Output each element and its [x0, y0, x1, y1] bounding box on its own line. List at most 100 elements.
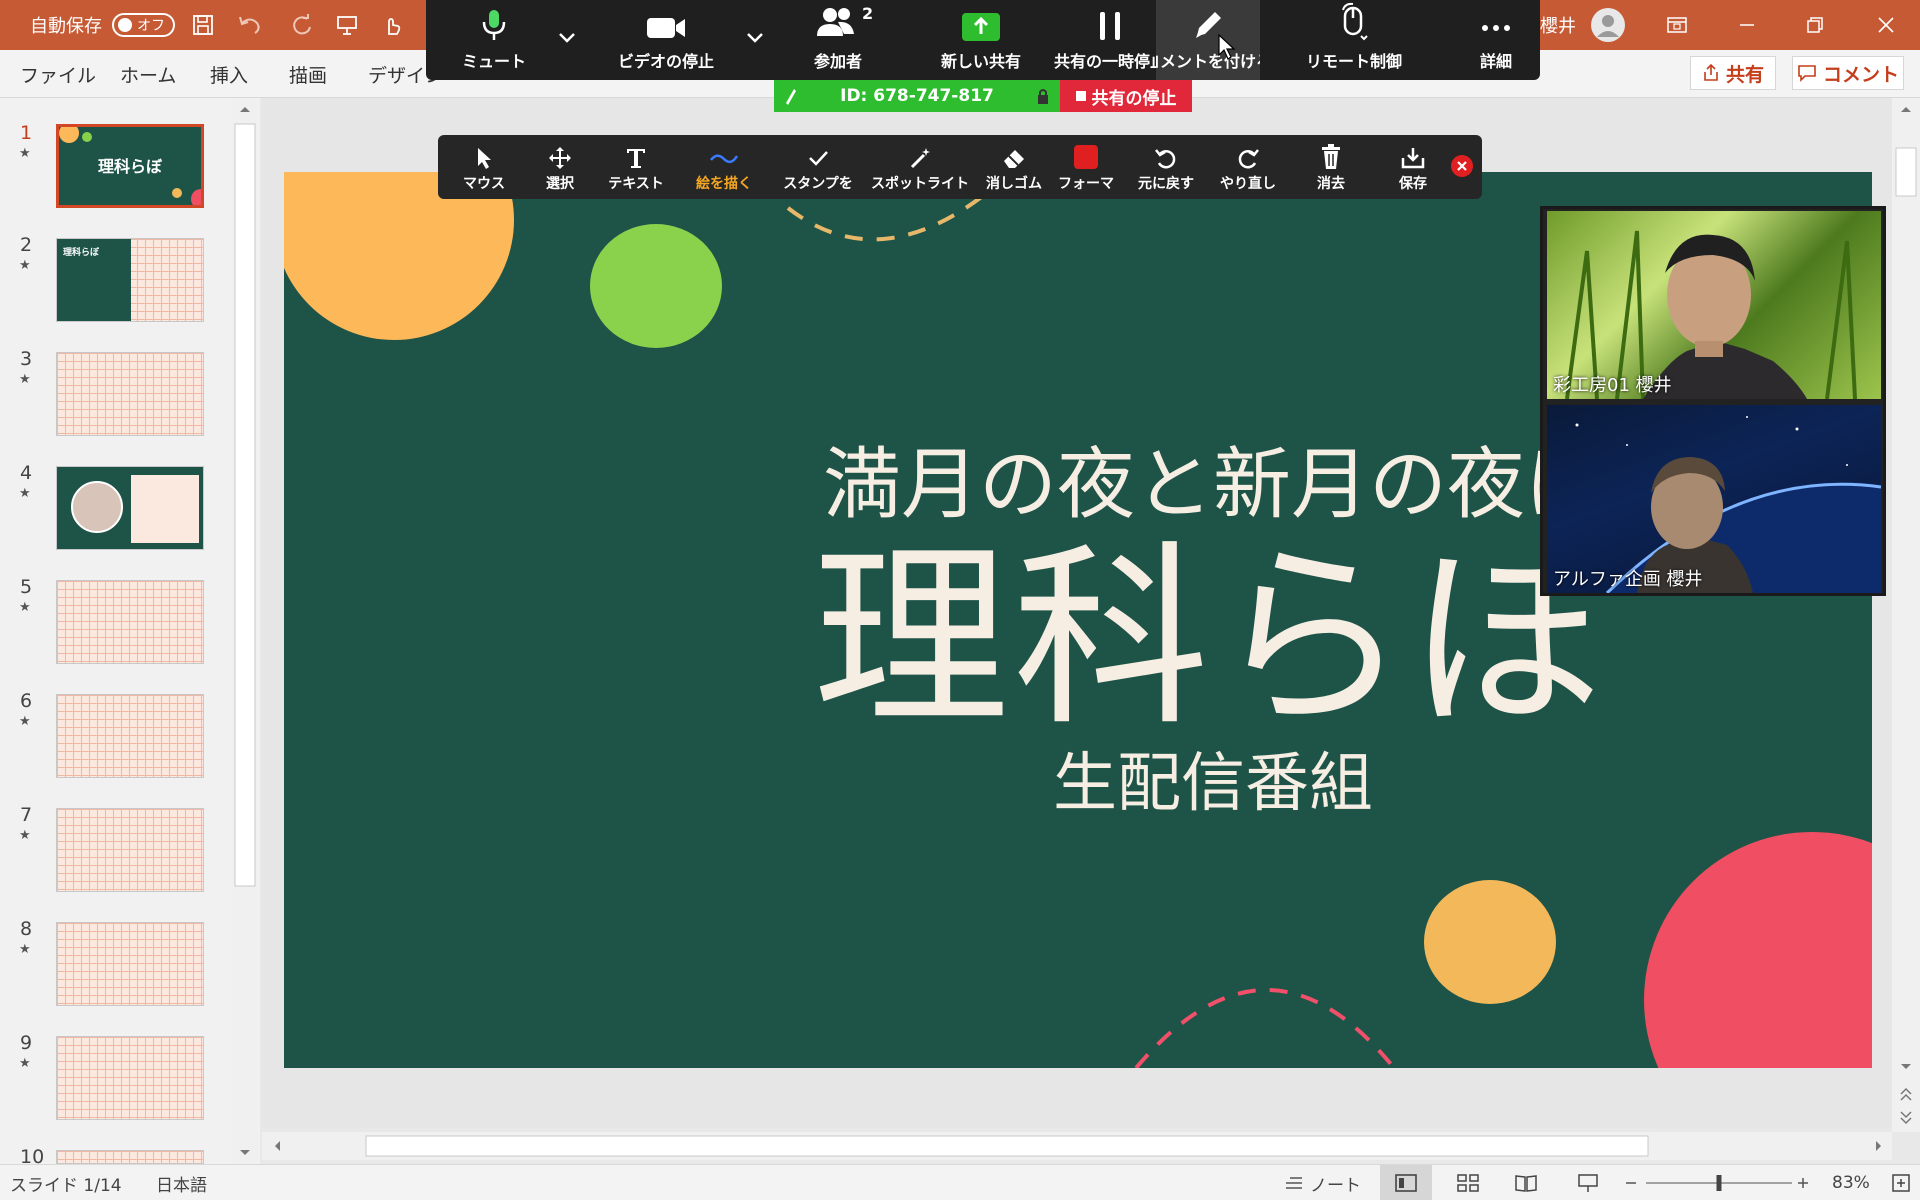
share-button[interactable]: 共有 [1690, 56, 1776, 90]
thumb-title: 理科らぼ [63, 248, 100, 258]
spotlight-tool[interactable]: スポットライト [868, 135, 972, 199]
normal-view-icon [1395, 1174, 1417, 1192]
video-options-chevron[interactable] [738, 0, 772, 80]
format-tool[interactable]: フォーマ [1054, 135, 1118, 199]
slide-vertical-scrollbar[interactable] [1892, 98, 1920, 1132]
participants-label: 参加者 [813, 52, 862, 71]
autosave-control[interactable]: 自動保存 オフ [30, 0, 175, 50]
stop-video-label: ビデオの停止 [617, 52, 714, 71]
animation-star-icon: ★ [19, 1056, 31, 1071]
stamp-tool[interactable]: スタンプを [778, 135, 858, 199]
slide-thumbnail-3[interactable] [56, 352, 204, 436]
new-share-label: 新しい共有 [940, 52, 1021, 71]
slide-sorter-icon [1457, 1174, 1479, 1192]
text-icon [627, 149, 645, 168]
minimize-icon[interactable] [1724, 0, 1770, 50]
participant-name: アルファ企画 櫻井 [1553, 569, 1703, 590]
slide-thumbnail-1[interactable]: 理科らぼ [56, 124, 204, 208]
slide-thumbnail-2[interactable]: 理科らぼ [56, 238, 204, 322]
slide-thumbnail-7[interactable] [56, 808, 204, 892]
animation-star-icon: ★ [19, 486, 31, 501]
slide-sorter-button[interactable] [1446, 1165, 1490, 1200]
shield-icon [786, 89, 796, 105]
slide-horizontal-scrollbar[interactable] [262, 1132, 1892, 1160]
thumb-number: 3 [20, 348, 33, 370]
touch-mode-icon[interactable] [372, 0, 412, 50]
remote-control-button[interactable]: リモート制御 [1268, 0, 1440, 80]
tab-home[interactable]: ホーム [120, 50, 176, 98]
annotate-button[interactable]: コメントを付ける [1156, 0, 1260, 80]
present-icon[interactable] [330, 0, 364, 50]
zoom-level[interactable]: 83% [1832, 1165, 1870, 1200]
meeting-id-section[interactable]: ID: 678-747-817 [774, 80, 1060, 112]
redo-tool[interactable]: やり直し [1210, 135, 1286, 199]
redo-icon [1238, 149, 1259, 169]
stamp-tool-label: スタンプを [783, 176, 853, 192]
spotlight-tool-label: スポットライト [871, 176, 969, 192]
thumb-number: 7 [20, 804, 33, 826]
tab-insert[interactable]: 挿入 [210, 50, 248, 98]
scrollbar-graphic [275, 1135, 1881, 1157]
animation-star-icon: ★ [19, 714, 31, 729]
slide-thumbnail-pane: 1 ★ 理科らぼ 2 ★ 理科らぼ 3 ★ 4 ★ 5 ★ 6 ★ 7 ★ 8 … [0, 98, 260, 1168]
thumb-number: 1 [20, 122, 33, 144]
text-tool[interactable]: テキスト [604, 135, 668, 199]
slideshow-button[interactable] [1566, 1165, 1610, 1200]
thumb-number: 6 [20, 690, 33, 712]
fit-to-window-button[interactable] [1886, 1165, 1916, 1200]
video-tile-2[interactable]: アルファ企画 櫻井 [1547, 405, 1881, 593]
thumbnail-scrollbar[interactable] [232, 98, 258, 1164]
stop-video-button[interactable]: ビデオの停止 [596, 0, 736, 80]
meeting-id: ID: 678-747-817 [840, 86, 994, 106]
clear-tool[interactable]: 消去 [1304, 135, 1358, 199]
trash-icon [1322, 144, 1340, 169]
autosave-label: 自動保存 [30, 16, 102, 37]
undo-tool[interactable]: 元に戻す [1128, 135, 1204, 199]
ribbon-display-icon[interactable] [1656, 0, 1698, 50]
clear-tool-label: 消去 [1317, 176, 1345, 192]
meeting-id-bar: ID: 678-747-817 共有の停止 [774, 80, 1192, 112]
save-download-icon [1401, 148, 1425, 169]
eraser-tool[interactable]: 消しゴム [978, 135, 1050, 199]
audio-options-chevron[interactable] [550, 0, 584, 80]
reading-view-button[interactable] [1504, 1165, 1548, 1200]
redo-tool-label: やり直し [1220, 176, 1276, 192]
draw-tool[interactable]: 絵を描く [684, 135, 764, 199]
save-tool[interactable]: 保存 [1386, 135, 1440, 199]
slide-thumbnail-6[interactable] [56, 694, 204, 778]
slide-thumbnail-8[interactable] [56, 922, 204, 1006]
mute-button[interactable]: ミュート [440, 0, 548, 80]
microphone-icon [482, 10, 506, 40]
language-indicator[interactable]: 日本語 [156, 1165, 207, 1200]
slide-thumbnail-5[interactable] [56, 580, 204, 664]
video-tile-1[interactable]: 彩工房01 櫻井 [1547, 211, 1881, 399]
video-camera-icon [647, 18, 685, 38]
more-button[interactable]: 詳細 [1466, 0, 1526, 80]
thumb-number: 4 [20, 462, 33, 484]
mouse-tool[interactable]: マウス [454, 135, 514, 199]
select-tool[interactable]: 選択 [534, 135, 586, 199]
participants-button[interactable]: 2 参加者 [788, 0, 888, 80]
autosave-toggle[interactable]: オフ [112, 13, 175, 37]
comment-button[interactable]: コメント [1792, 56, 1904, 90]
save-icon[interactable] [186, 0, 220, 50]
slide-thumbnail-4[interactable] [56, 466, 204, 550]
reading-view-icon [1515, 1175, 1537, 1192]
notes-button[interactable]: ノート [1284, 1165, 1361, 1200]
tab-draw[interactable]: 描画 [289, 50, 327, 98]
redo-icon[interactable] [284, 0, 320, 50]
close-icon[interactable] [1862, 0, 1910, 50]
stop-share-button[interactable]: 共有の停止 [1060, 80, 1192, 112]
zoom-slider[interactable] [1622, 1165, 1810, 1200]
normal-view-button[interactable] [1380, 1165, 1432, 1200]
undo-icon[interactable] [228, 0, 272, 50]
close-annotation-button[interactable] [1450, 154, 1474, 178]
thumb-number: 5 [20, 576, 33, 598]
slide-thumbnail-10[interactable] [56, 1150, 204, 1164]
restore-icon[interactable] [1792, 0, 1838, 50]
tab-file[interactable]: ファイル [20, 50, 96, 98]
avatar[interactable] [1588, 0, 1628, 50]
slide-thumbnail-9[interactable] [56, 1036, 204, 1120]
video-gallery: 彩工房01 櫻井 アルファ企画 櫻井 [1540, 206, 1886, 596]
slideshow-icon [1578, 1174, 1598, 1192]
